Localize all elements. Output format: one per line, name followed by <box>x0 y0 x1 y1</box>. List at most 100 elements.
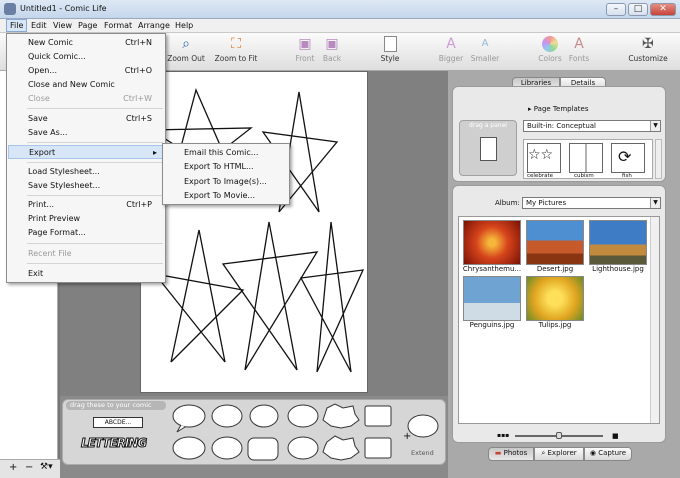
tab-capture-label: Capture <box>598 449 627 457</box>
comic-page[interactable] <box>140 71 368 393</box>
photo-browser[interactable]: Chrysanthemu... Desert.jpg Lighthouse.jp… <box>458 216 660 424</box>
menu-separator <box>27 195 163 196</box>
menu-file[interactable]: File <box>6 19 28 32</box>
menu-item-email-comic[interactable]: Email this Comic... <box>184 148 258 157</box>
fonts-button[interactable]: A Fonts <box>553 35 605 69</box>
menu-view[interactable]: View <box>50 20 75 31</box>
album-label: Album: <box>495 199 520 207</box>
thumbnail-size-slider[interactable]: ▪▪▪ ■ <box>497 432 621 440</box>
template-thumb[interactable]: ☆☆ <box>527 143 561 173</box>
send-back-icon: ▣ <box>325 36 339 52</box>
menu-item-export-movie[interactable]: Export To Movie... <box>184 191 255 200</box>
menu-item-print[interactable]: Print... Ctrl+P <box>8 198 164 212</box>
tab-explorer[interactable]: ⌕ Explorer <box>534 447 584 461</box>
photo-thumb[interactable] <box>526 276 584 321</box>
menu-arrange[interactable]: Arrange <box>135 20 173 31</box>
menu-item-export-images[interactable]: Export To Image(s)... <box>184 177 267 186</box>
drag-panel-well[interactable]: drag a panel <box>459 120 517 176</box>
style-icon <box>383 36 397 52</box>
smaller-button[interactable]: A Smaller <box>459 35 511 69</box>
smaller-label: Smaller <box>470 54 500 63</box>
zoom-out-button[interactable]: ⌕ Zoom Out <box>160 35 212 69</box>
templates-section: ▸ Page Templates drag a panel Built-in: … <box>452 86 666 182</box>
photo-name: Chrysanthemu... <box>462 265 522 273</box>
menu-separator <box>27 243 163 244</box>
menu-item-load-stylesheet[interactable]: Load Stylesheet... <box>8 165 164 179</box>
menu-item-recent-file[interactable]: Recent File <box>8 247 164 261</box>
menu-item-save[interactable]: Save Ctrl+S <box>8 112 164 126</box>
photo-name: Tulips.jpg <box>538 321 572 329</box>
minimize-button[interactable]: – <box>606 3 626 16</box>
close-button[interactable]: ✕ <box>650 3 676 16</box>
photo-scrollbar[interactable] <box>650 217 659 423</box>
menu-help[interactable]: Help <box>172 20 196 31</box>
menu-bar: File Edit View Page Format Arrange Help <box>0 19 680 33</box>
page-templates-label: Page Templates <box>533 105 589 113</box>
menu-item-open[interactable]: Open... Ctrl+O <box>8 64 164 78</box>
template-thumb[interactable]: ⟳ <box>611 143 645 173</box>
photo-thumb[interactable] <box>463 220 521 265</box>
style-label: Style <box>380 54 400 63</box>
menu-item-new-comic[interactable]: New Comic Ctrl+N <box>8 36 164 50</box>
customize-button[interactable]: ✠ Customize <box>622 35 674 69</box>
add-page-button[interactable]: + <box>9 462 17 473</box>
template-set-select[interactable]: Built-in: Conceptual ▼ <box>523 120 661 132</box>
smaller-icon: A <box>481 38 489 49</box>
photo-thumb[interactable] <box>463 276 521 321</box>
maximize-button[interactable]: □ <box>628 3 648 16</box>
tab-photos[interactable]: ▬ Photos <box>488 447 534 461</box>
menu-item-close-and-new[interactable]: Close and New Comic <box>8 78 164 92</box>
menu-item-print-preview[interactable]: Print Preview <box>8 212 164 226</box>
window-title: Untitled1 - Comic Life <box>20 4 107 13</box>
bigger-icon: A <box>446 36 456 52</box>
slider-knob[interactable] <box>556 432 562 439</box>
template-thumb[interactable] <box>569 143 603 173</box>
menu-item-page-format[interactable]: Page Format... <box>8 226 164 240</box>
menu-separator <box>27 263 163 264</box>
photo-name: Desert.jpg <box>536 265 574 273</box>
back-button[interactable]: ▣ Back <box>306 35 358 69</box>
file-menu: New Comic Ctrl+N Quick Comic... Open... Ct… <box>6 33 166 283</box>
menu-item-save-stylesheet[interactable]: Save Stylesheet... <box>8 179 164 193</box>
zoom-out-label: Zoom Out <box>167 54 205 63</box>
menu-edit[interactable]: Edit <box>28 20 50 31</box>
drag-panel-label: drag a panel <box>469 122 507 129</box>
album-select[interactable]: My Pictures ▼ <box>522 197 661 209</box>
magnifier-icon: ⌕ <box>182 36 190 52</box>
remove-page-button[interactable]: − <box>25 462 33 473</box>
tab-explorer-label: Explorer <box>547 449 577 457</box>
thumb-label: cubism <box>574 173 594 179</box>
tab-capture[interactable]: ◉ Capture <box>584 447 632 461</box>
photo-thumb[interactable] <box>589 220 647 265</box>
thumbnails-scrollbar[interactable] <box>655 139 662 179</box>
wrench-icon: ✠ <box>642 36 654 52</box>
menu-item-quick-comic[interactable]: Quick Comic... <box>8 50 164 64</box>
small-thumbs-icon: ▪▪▪ <box>497 432 510 439</box>
menu-item-export[interactable]: Export ▸ <box>8 145 164 159</box>
extend-label[interactable]: Extend <box>411 449 434 457</box>
lettering-tile[interactable]: LETTERING <box>80 436 147 451</box>
fonts-label: Fonts <box>568 54 590 63</box>
title-bar: Untitled1 - Comic Life – □ ✕ <box>0 0 680 19</box>
style-button[interactable]: Style <box>364 35 416 69</box>
panel-shape-icon <box>480 137 497 161</box>
page-tools-button[interactable]: ⚒▾ <box>40 462 53 472</box>
zoom-to-fit-button[interactable]: ⛶ Zoom to Fit <box>208 35 264 69</box>
page-templates-disclosure[interactable]: ▸ Page Templates <box>528 105 589 113</box>
abcde-text-tile[interactable]: ABCDE... <box>93 417 143 428</box>
menu-page[interactable]: Page <box>75 20 100 31</box>
chevron-down-icon: ▼ <box>650 121 660 131</box>
menu-item-save-as[interactable]: Save As... <box>8 126 164 140</box>
menu-item-close[interactable]: Close Ctrl+W <box>8 92 164 106</box>
menu-item-exit[interactable]: Exit <box>8 267 164 281</box>
photo-name: Penguins.jpg <box>469 321 515 329</box>
thumb-label: fish <box>622 173 632 179</box>
template-set-value: Built-in: Conceptual <box>527 122 596 130</box>
menu-format[interactable]: Format <box>101 20 135 31</box>
plus-icon: + <box>403 431 412 442</box>
page-list-toolbar: + − ⚒▾ <box>0 459 60 478</box>
photo-thumb[interactable] <box>526 220 584 265</box>
menu-item-export-html[interactable]: Export To HTML... <box>184 162 254 171</box>
export-submenu: Email this Comic... Export To HTML... Ex… <box>162 143 290 205</box>
back-label: Back <box>322 54 342 63</box>
